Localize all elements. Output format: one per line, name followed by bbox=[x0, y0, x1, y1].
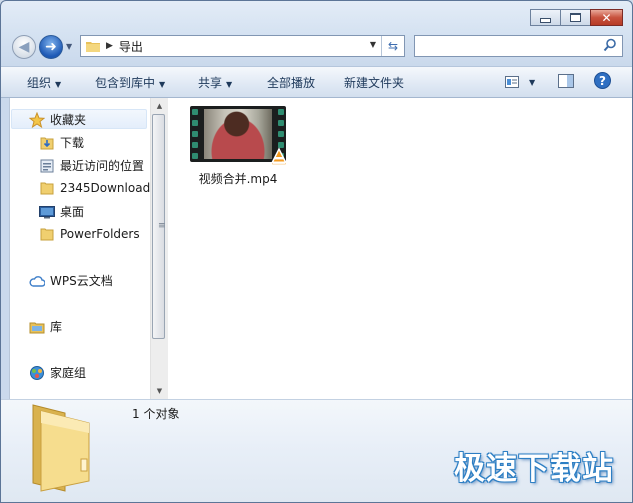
folder-icon bbox=[39, 226, 55, 242]
homegroup-icon bbox=[29, 365, 45, 381]
sidebar-item-label: 桌面 bbox=[60, 205, 85, 219]
sidebar-item-recent-places[interactable]: 最近访问的位置 bbox=[39, 157, 144, 174]
help-icon: ? bbox=[594, 72, 611, 89]
back-arrow-icon: ◀ bbox=[18, 39, 30, 55]
sidebar-item-favorites[interactable]: 收藏夹 bbox=[29, 111, 86, 128]
folder-large-icon bbox=[32, 404, 90, 492]
explorer-window: ✕ ◀ ➜ ▼ ▶ 导出 ▼ ⇆ 组织 ▼ 包含到库中 ▼ 共享 ▼ 全部播放 新建文… bbox=[0, 0, 633, 503]
refresh-button[interactable]: ⇆ bbox=[381, 36, 404, 56]
library-icon bbox=[29, 319, 45, 335]
chevron-down-icon: ▼ bbox=[55, 79, 62, 89]
search-input[interactable] bbox=[419, 37, 603, 57]
scroll-up-icon[interactable]: ▲ bbox=[151, 98, 168, 114]
star-icon bbox=[29, 111, 45, 128]
navigation-scrollbar[interactable]: ▲ ≡ ▼ bbox=[150, 98, 168, 399]
help-button[interactable]: ? bbox=[594, 72, 611, 92]
folder-icon bbox=[39, 180, 55, 196]
sidebar-item-downloads[interactable]: 下载 bbox=[39, 134, 84, 151]
video-frame bbox=[204, 109, 272, 159]
back-button[interactable]: ◀ bbox=[12, 35, 36, 59]
watermark-text: 极速下载站 bbox=[454, 451, 614, 487]
minimize-button[interactable] bbox=[530, 9, 561, 26]
video-thumbnail-icon bbox=[188, 106, 289, 166]
sidebar-item-label: 库 bbox=[50, 320, 63, 334]
file-item[interactable]: 视频合并.mp4 bbox=[188, 106, 289, 187]
recent-places-icon bbox=[39, 158, 55, 174]
view-icon bbox=[505, 76, 519, 88]
sidebar-item-label: 2345Downloads bbox=[60, 181, 157, 195]
maximize-icon bbox=[570, 13, 581, 22]
refresh-icon: ⇆ bbox=[387, 39, 399, 53]
chevron-down-icon: ▼ bbox=[226, 79, 233, 89]
forward-arrow-icon: ➜ bbox=[45, 39, 57, 55]
sidebar-item-libraries[interactable]: 库 bbox=[29, 318, 62, 335]
sidebar-item-label: 收藏夹 bbox=[50, 113, 87, 127]
minimize-icon bbox=[540, 17, 551, 23]
organize-label: 组织 bbox=[27, 75, 52, 90]
chevron-down-icon: ▼ bbox=[529, 77, 536, 87]
sidebar-item-label: 下载 bbox=[60, 136, 85, 150]
recent-pages-dropdown[interactable]: ▼ bbox=[66, 42, 72, 51]
change-view-button[interactable]: ▼ bbox=[505, 76, 535, 88]
player-badge-icon bbox=[269, 147, 289, 166]
search-icon[interactable] bbox=[603, 38, 617, 52]
forward-button[interactable]: ➜ bbox=[39, 35, 63, 59]
sidebar-item-wps-cloud[interactable]: WPS云文档 bbox=[29, 272, 113, 289]
play-all-label: 全部播放 bbox=[267, 75, 316, 90]
file-name: 视频合并.mp4 bbox=[198, 172, 278, 186]
sidebar-item-label: 家庭组 bbox=[50, 366, 87, 380]
sidebar-item-2345downloads[interactable]: 2345Downloads bbox=[39, 180, 156, 196]
play-all-button[interactable]: 全部播放 bbox=[259, 74, 323, 91]
close-icon: ✕ bbox=[601, 10, 612, 25]
file-list: 视频合并.mp4 bbox=[168, 98, 632, 399]
sidebar-item-powerfolders[interactable]: PowerFolders bbox=[39, 226, 140, 242]
folder-icon bbox=[86, 41, 100, 52]
scroll-down-icon[interactable]: ▼ bbox=[151, 383, 168, 399]
close-button[interactable]: ✕ bbox=[590, 9, 623, 26]
sidebar-item-label: 最近访问的位置 bbox=[60, 159, 145, 173]
new-folder-label: 新建文件夹 bbox=[344, 75, 405, 90]
sidebar-item-desktop[interactable]: 桌面 bbox=[39, 203, 84, 220]
address-bar[interactable]: ▶ 导出 ▼ ⇆ bbox=[80, 35, 405, 57]
cloud-icon bbox=[29, 273, 45, 289]
breadcrumb-separator-icon[interactable]: ▶ bbox=[106, 41, 113, 51]
chevron-down-icon: ▼ bbox=[159, 79, 166, 89]
item-count: 1 个对象 bbox=[132, 407, 180, 421]
caption-buttons: ✕ bbox=[530, 9, 623, 26]
svg-text:?: ? bbox=[599, 74, 606, 88]
share-button[interactable]: 共享 ▼ bbox=[190, 74, 240, 91]
preview-pane-icon bbox=[558, 73, 574, 88]
preview-pane-button[interactable] bbox=[558, 73, 574, 91]
sidebar-item-label: WPS云文档 bbox=[50, 274, 113, 288]
organize-button[interactable]: 组织 ▼ bbox=[19, 74, 69, 91]
download-folder-icon bbox=[39, 135, 55, 151]
command-bar: 组织 ▼ 包含到库中 ▼ 共享 ▼ 全部播放 新建文件夹 ▼ ? bbox=[1, 66, 632, 98]
grip-icon: ≡ bbox=[158, 221, 166, 231]
maximize-button[interactable] bbox=[560, 9, 591, 26]
desktop-icon bbox=[39, 204, 55, 220]
include-in-library-button[interactable]: 包含到库中 ▼ bbox=[87, 74, 173, 91]
sidebar-item-label: PowerFolders bbox=[60, 227, 140, 241]
film-holes-left bbox=[190, 109, 200, 159]
breadcrumb-current[interactable]: 导出 bbox=[119, 38, 143, 55]
new-folder-button[interactable]: 新建文件夹 bbox=[336, 74, 412, 91]
address-dropdown-icon[interactable]: ▼ bbox=[370, 40, 376, 49]
share-label: 共享 bbox=[198, 75, 223, 90]
include-in-library-label: 包含到库中 bbox=[95, 75, 156, 90]
sidebar-item-homegroup[interactable]: 家庭组 bbox=[29, 364, 86, 381]
navigation-pane bbox=[9, 98, 168, 399]
search-box[interactable] bbox=[414, 35, 623, 57]
scrollbar-thumb[interactable]: ≡ bbox=[152, 114, 166, 339]
